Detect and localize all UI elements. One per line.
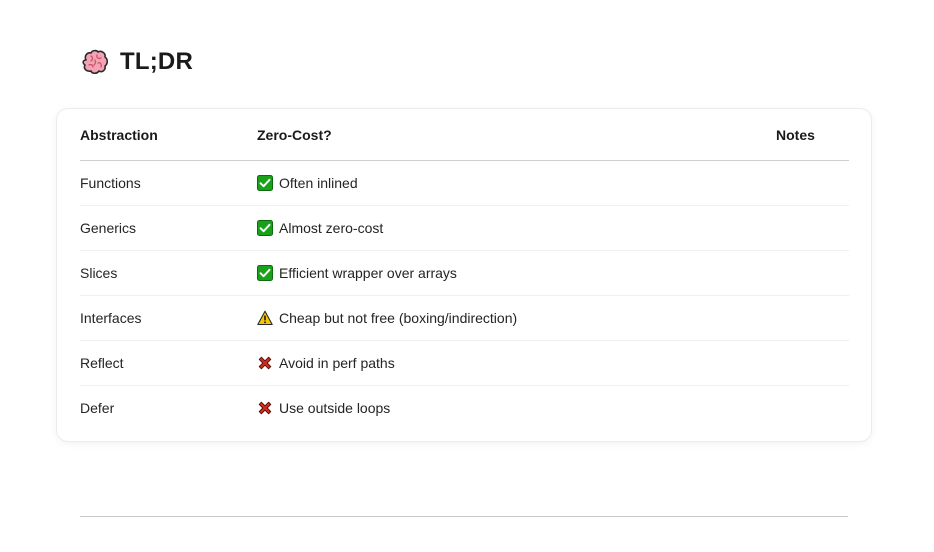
zero-cost-cell: Avoid in perf paths xyxy=(257,340,776,386)
table-header-row: Abstraction Zero-Cost? Notes xyxy=(80,109,849,161)
zero-cost-cell: Efficient wrapper over arrays xyxy=(257,250,776,296)
abstraction-cell: Defer xyxy=(80,400,115,416)
column-header-notes: Notes xyxy=(776,109,849,161)
zero-cost-text: Use outside loops xyxy=(279,400,391,416)
table-row: Slices Efficient wrapper over arrays xyxy=(80,250,849,296)
abstraction-cell: Slices xyxy=(80,250,257,296)
notes-cell xyxy=(776,295,849,341)
zero-cost-cell: Use outside loops xyxy=(257,386,776,431)
table-row: Reflect Avoid in perf paths xyxy=(80,340,849,386)
abstraction-cell: Reflect xyxy=(80,340,257,386)
table-row: Functions Often inlined xyxy=(80,160,849,206)
abstraction-cell: Functions xyxy=(80,160,257,206)
section-heading: TL;DR xyxy=(80,46,193,78)
tldr-card: Abstraction Zero-Cost? Notes Functions O… xyxy=(56,108,872,442)
column-header-zero-cost: Zero-Cost? xyxy=(257,109,776,161)
zero-cost-text: Cheap but not free (boxing/indirection) xyxy=(279,310,518,326)
table-row: Defer Use outside loops xyxy=(80,386,849,431)
notes-cell xyxy=(776,250,849,296)
tldr-table: Abstraction Zero-Cost? Notes Functions O… xyxy=(80,109,849,430)
zero-cost-text: Almost zero-cost xyxy=(279,220,384,236)
abstraction-cell: Generics xyxy=(80,205,257,251)
cross-icon xyxy=(258,401,272,415)
column-header-abstraction: Abstraction xyxy=(80,109,257,161)
check-icon xyxy=(257,220,273,236)
abstraction-cell: Interfaces xyxy=(80,295,257,341)
notes-cell xyxy=(776,160,849,206)
brain-icon xyxy=(82,49,109,75)
notes-cell xyxy=(776,205,849,251)
zero-cost-cell: Often inlined xyxy=(257,160,776,206)
section-divider xyxy=(80,516,848,517)
warning-icon xyxy=(257,310,273,326)
cross-icon xyxy=(258,356,272,370)
notes-cell xyxy=(776,340,849,386)
check-icon xyxy=(257,175,273,191)
zero-cost-cell: Almost zero-cost xyxy=(257,205,776,251)
table-row: Generics Almost zero-cost xyxy=(80,205,849,251)
page-title: TL;DR xyxy=(120,48,193,75)
zero-cost-text: Avoid in perf paths xyxy=(279,355,395,371)
zero-cost-text: Often inlined xyxy=(279,175,358,191)
notes-cell xyxy=(776,386,849,431)
table-row: Interfaces Cheap but not free (boxing/in… xyxy=(80,295,849,341)
zero-cost-cell: Cheap but not free (boxing/indirection) xyxy=(257,295,776,341)
check-icon xyxy=(257,265,273,281)
zero-cost-text: Efficient wrapper over arrays xyxy=(279,265,457,281)
